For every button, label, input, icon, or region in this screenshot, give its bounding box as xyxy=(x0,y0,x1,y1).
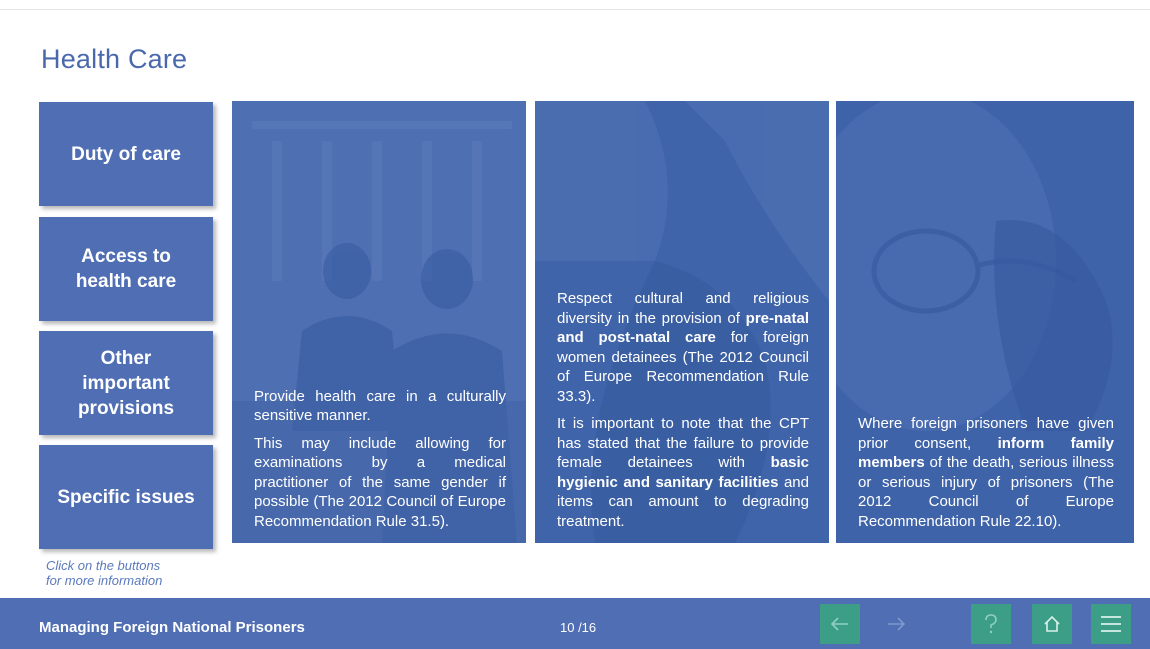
home-button[interactable] xyxy=(1032,604,1072,644)
question-icon xyxy=(985,614,997,634)
access-to-health-care-button[interactable]: Access to health care xyxy=(39,217,213,321)
arrow-right-icon xyxy=(888,617,905,631)
top-divider xyxy=(0,9,1150,10)
panel-2-text: Respect cultural and religious diversity… xyxy=(557,289,809,531)
next-button[interactable] xyxy=(876,604,916,644)
page-indicator: 10 /16 xyxy=(560,620,597,635)
arrow-left-icon xyxy=(831,617,848,631)
course-title: Managing Foreign National Prisoners xyxy=(39,619,305,636)
menu-button[interactable] xyxy=(1091,604,1131,644)
instruction-hint: Click on the buttons for more informatio… xyxy=(46,558,163,588)
info-panel-natal-care: Respect cultural and religious diversity… xyxy=(535,101,829,543)
panel-1-paragraph-1: Provide health care in a culturally sens… xyxy=(254,387,506,425)
previous-button[interactable] xyxy=(820,604,860,644)
panel-1-text: Provide health care in a culturally sens… xyxy=(254,387,506,532)
duty-of-care-button[interactable]: Duty of care xyxy=(39,102,213,206)
info-panel-family-notification: Where foreign prisoners have given prior… xyxy=(836,101,1134,543)
panel-3-paragraph-1: Where foreign prisoners have given prior… xyxy=(858,414,1114,531)
hamburger-menu-icon xyxy=(1101,616,1121,632)
panel-1-paragraph-2: This may include allowing for examinatio… xyxy=(254,434,506,530)
info-panel-cultural-sensitivity: Provide health care in a culturally sens… xyxy=(232,101,526,543)
other-important-provisions-button[interactable]: Other important provisions xyxy=(39,331,213,435)
panel-2-paragraph-1: Respect cultural and religious diversity… xyxy=(557,289,809,406)
help-button[interactable] xyxy=(971,604,1011,644)
home-icon xyxy=(1044,615,1060,632)
page-title: Health Care xyxy=(41,44,188,74)
panel-2-paragraph-2: It is important to note that the CPT has… xyxy=(557,414,809,531)
panel-3-text: Where foreign prisoners have given prior… xyxy=(858,414,1114,531)
specific-issues-button[interactable]: Specific issues xyxy=(39,445,213,549)
